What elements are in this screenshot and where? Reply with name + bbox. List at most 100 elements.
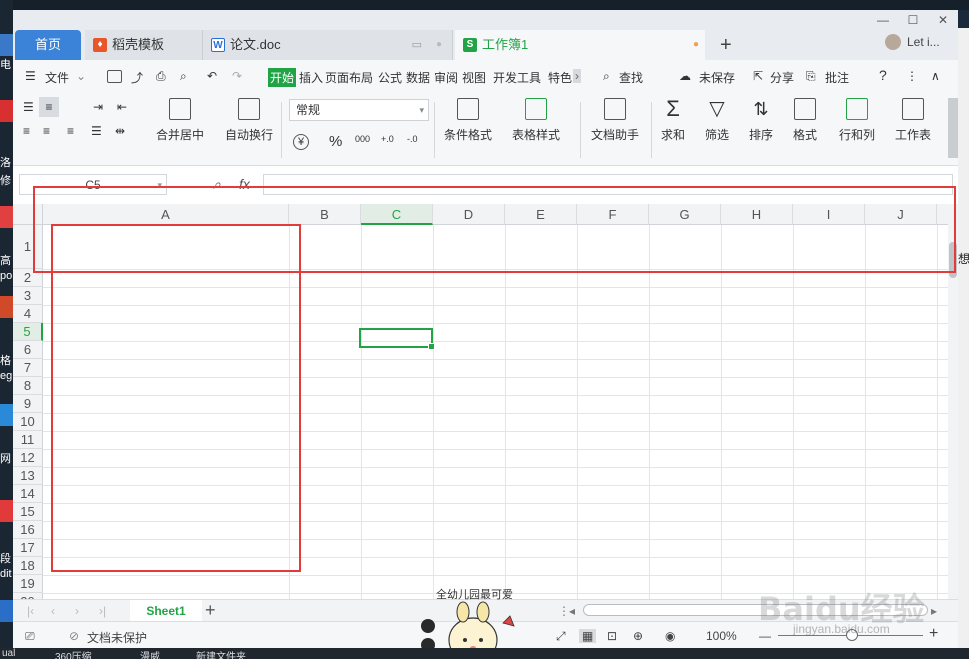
chevron-down-icon[interactable]: ⌄ xyxy=(76,69,86,83)
file-menu[interactable]: 文件 xyxy=(45,69,69,86)
select-all-corner[interactable] xyxy=(13,204,43,225)
align-center-icon[interactable]: ≡ xyxy=(39,97,59,117)
scroll-left-icon[interactable]: ◂ xyxy=(569,604,575,618)
name-box[interactable]: C5 ▾ xyxy=(19,174,167,195)
maximize-button[interactable]: ☐ xyxy=(898,12,928,28)
tab-insert[interactable]: 插入 xyxy=(299,69,323,86)
desktop-app-icon[interactable] xyxy=(0,600,13,622)
filter-button[interactable]: ▽ 筛选 xyxy=(705,98,729,143)
wrap-text-button[interactable]: 自动换行 xyxy=(225,98,273,143)
first-sheet-icon[interactable]: |‹ xyxy=(27,604,34,618)
thousands-separator-icon[interactable]: 000 xyxy=(355,134,370,144)
fullscreen-icon[interactable]: ⤢ xyxy=(556,629,566,644)
hamburger-icon[interactable]: ☰ xyxy=(25,69,36,83)
row-header-14[interactable]: 14 xyxy=(13,485,43,503)
eye-protect-icon[interactable]: ◉ xyxy=(665,629,675,643)
zoom-formula-icon[interactable]: ⌕ xyxy=(213,176,221,193)
row-header-18[interactable]: 18 xyxy=(13,557,43,575)
align-left-2-icon[interactable]: ≡ xyxy=(23,124,30,138)
row-header-3[interactable]: 3 xyxy=(13,287,43,305)
column-header-i[interactable]: I xyxy=(793,204,865,225)
export-icon[interactable]: ⤴ xyxy=(131,69,143,86)
redo-icon[interactable]: ↷ xyxy=(232,69,242,83)
tab-special[interactable]: 特色 xyxy=(548,69,572,86)
user-account[interactable]: Let i... xyxy=(885,34,940,50)
formula-input[interactable] xyxy=(263,174,953,195)
print-icon[interactable]: ⎙ xyxy=(156,69,166,84)
align-center-2-icon[interactable]: ≡ xyxy=(43,124,50,138)
vertical-scroll-thumb[interactable] xyxy=(949,242,957,278)
column-header-f[interactable]: F xyxy=(577,204,649,225)
sum-button[interactable]: Σ 求和 xyxy=(661,98,685,143)
taskbar-item[interactable]: 新建文件夹 xyxy=(196,648,246,659)
format-button[interactable]: 格式 xyxy=(793,98,817,143)
row-header-12[interactable]: 12 xyxy=(13,449,43,467)
fx-icon[interactable]: fx xyxy=(239,176,250,192)
comment-button[interactable]: 批注 xyxy=(825,69,849,86)
page-break-view-icon[interactable]: ⊡ xyxy=(607,629,617,643)
desktop-app-icon[interactable] xyxy=(0,34,13,56)
close-button[interactable]: ✕ xyxy=(928,12,958,28)
merge-center-button[interactable]: 合并居中 xyxy=(156,98,204,143)
ribbon-scroll-right[interactable] xyxy=(948,98,958,158)
tab-docer-template[interactable]: ♦ 稻壳模板 xyxy=(85,30,203,60)
worksheet-button[interactable]: 工作表 xyxy=(895,98,931,143)
reading-mode-icon[interactable]: ⊕ xyxy=(633,629,643,643)
column-header-g[interactable]: G xyxy=(649,204,721,225)
minimize-button[interactable]: — xyxy=(868,12,898,28)
prev-sheet-icon[interactable]: ‹ xyxy=(51,604,55,618)
taskbar-item[interactable]: 360压缩 xyxy=(55,648,92,659)
sheet-tab-sheet1[interactable]: Sheet1 xyxy=(130,600,202,622)
row-header-5[interactable]: 5 xyxy=(13,323,43,341)
zoom-level[interactable]: 100% xyxy=(706,629,737,643)
indent-icon[interactable]: ⇥ xyxy=(93,100,103,114)
doc-helper-button[interactable]: 文档助手 xyxy=(591,98,639,143)
increase-decimal-icon[interactable]: +.0 xyxy=(381,134,394,144)
align-left-icon[interactable]: ☰ xyxy=(23,100,34,114)
tab-review[interactable]: 审阅 xyxy=(434,69,458,86)
tab-formulas[interactable]: 公式 xyxy=(378,69,402,86)
row-col-button[interactable]: 行和列 xyxy=(839,98,875,143)
undo-icon[interactable]: ↶ xyxy=(207,69,217,83)
taskbar-item[interactable]: 漫威 xyxy=(140,648,160,659)
tab-start[interactable]: 开始 xyxy=(268,68,297,87)
unsaved-button[interactable]: 未保存 xyxy=(699,69,735,86)
tab-data[interactable]: 数据 xyxy=(406,69,430,86)
tab-home[interactable]: 首页 xyxy=(15,30,81,60)
vertical-scrollbar[interactable] xyxy=(948,204,958,599)
scroll-right-icon[interactable]: ▸ xyxy=(931,604,937,618)
desktop-app-icon[interactable] xyxy=(0,404,13,426)
desktop-app-icon[interactable] xyxy=(0,500,13,522)
row-header-1[interactable]: 1 xyxy=(13,225,43,269)
currency-icon[interactable]: ¥ xyxy=(293,134,309,150)
column-header-h[interactable]: H xyxy=(721,204,793,225)
protect-status[interactable]: 文档未保护 xyxy=(87,629,147,646)
collapse-ribbon-icon[interactable]: ∧ xyxy=(931,69,940,83)
column-header-e[interactable]: E xyxy=(505,204,577,225)
taskbar-item[interactable]: ual xyxy=(2,648,15,659)
selected-cell-c5[interactable] xyxy=(359,328,435,350)
column-header-c[interactable]: C xyxy=(361,204,433,225)
share-button[interactable]: 分享 xyxy=(770,69,794,86)
tab-developer[interactable]: 开发工具 xyxy=(493,69,541,86)
last-sheet-icon[interactable]: ›| xyxy=(99,604,106,618)
outdent-icon[interactable]: ⇤ xyxy=(117,100,127,114)
add-sheet-button[interactable]: + xyxy=(205,600,216,620)
row-header-9[interactable]: 9 xyxy=(13,395,43,413)
column-header-b[interactable]: B xyxy=(289,204,361,225)
tab-workbook[interactable]: S 工作簿1 ● xyxy=(455,30,705,60)
row-header-8[interactable]: 8 xyxy=(13,377,43,395)
distribute-icon[interactable]: ⇹ xyxy=(115,124,125,138)
align-right-icon[interactable]: ≡ xyxy=(67,124,74,138)
tab-document[interactable]: W 论文.doc ▭ ● xyxy=(203,30,453,60)
more-icon[interactable]: ⋮ xyxy=(906,69,918,83)
column-header-j[interactable]: J xyxy=(865,204,937,225)
macro-icon[interactable]: ⎚ xyxy=(25,629,35,644)
find-button[interactable]: 查找 xyxy=(619,69,643,86)
desktop-app-icon[interactable] xyxy=(0,296,13,318)
tabs-scroll-right-icon[interactable]: › xyxy=(573,69,581,83)
search-icon[interactable]: ⌕ xyxy=(603,69,610,84)
row-header-10[interactable]: 10 xyxy=(13,413,43,431)
row-header-7[interactable]: 7 xyxy=(13,359,43,377)
zoom-in-button[interactable]: + xyxy=(929,625,938,643)
